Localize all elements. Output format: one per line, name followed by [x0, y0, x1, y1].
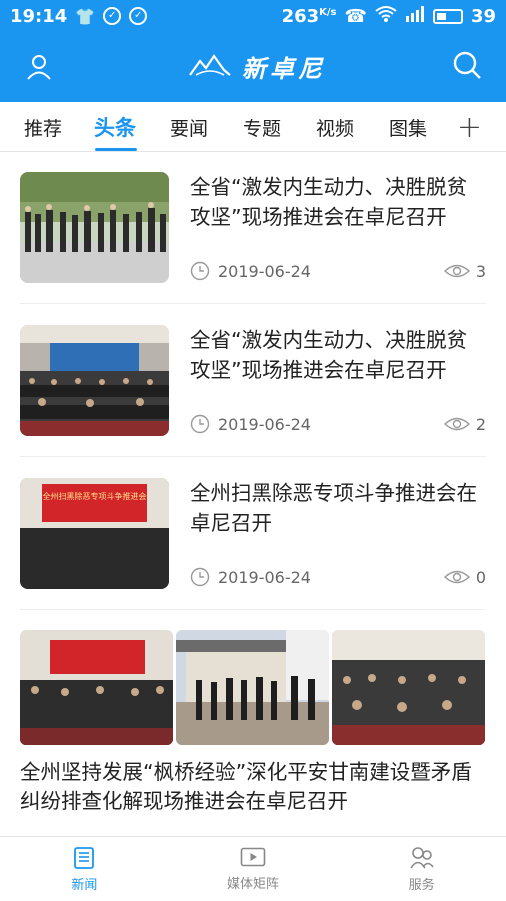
network-speed: 263K/s: [282, 6, 337, 27]
wifi-icon: [375, 5, 397, 28]
service-icon: [409, 846, 434, 868]
date-text: 2019-06-24: [218, 567, 311, 587]
status-time: 19:14: [10, 5, 68, 27]
mountain-logo-icon: [189, 54, 231, 76]
article-thumbnail: [20, 172, 169, 283]
eye-icon: [443, 570, 470, 584]
article-date: 2019-06-24: [190, 261, 311, 281]
nav-news[interactable]: 新闻: [0, 837, 169, 901]
article-item[interactable]: 全省“激发内生动力、决胜脱贫攻坚”现场推进会在卓尼召开（一） 2019-06-2…: [20, 172, 486, 284]
eye-icon: [443, 417, 470, 431]
status-bar: 19:14 👕 ✓ ✓ 263K/s ☎ 39: [0, 0, 506, 32]
divider: [20, 456, 486, 457]
article-meta: 2019-06-24 3: [190, 260, 486, 282]
speed-value: 263: [281, 5, 320, 27]
app-logo: 新卓尼: [188, 50, 326, 83]
status-left: 19:14 👕 ✓ ✓: [10, 5, 148, 27]
user-icon[interactable]: [26, 54, 52, 80]
clock-icon: [190, 261, 210, 281]
article-views: 2: [443, 414, 486, 434]
shirt-icon: 👕: [75, 6, 96, 26]
brand-name: 新卓尼: [242, 53, 326, 83]
article-date: 2019-06-24: [190, 414, 311, 434]
article-title[interactable]: 全州扫黑除恶专项斗争推进会在卓尼召开: [190, 478, 486, 538]
date-text: 2019-06-24: [218, 414, 311, 434]
battery-level: 39: [470, 5, 496, 27]
tab-recommend[interactable]: 推荐: [24, 114, 62, 141]
add-tab-icon[interactable]: +: [457, 110, 482, 145]
divider: [20, 303, 486, 304]
tab-news[interactable]: 要闻: [170, 114, 208, 141]
article-item[interactable]: 全州扫黑除恶专项斗争推进会 全州扫黑除恶专项斗争推进会在卓尼召开 2019-06…: [20, 478, 486, 590]
view-count: 2: [475, 414, 486, 434]
search-icon[interactable]: [452, 50, 482, 80]
check-circle-icon: ✓: [103, 7, 122, 25]
divider: [20, 609, 486, 610]
news-icon: [74, 846, 95, 869]
bottom-navigation: 新闻 媒体矩阵 服务: [0, 836, 506, 901]
gallery-article-title[interactable]: 全州坚持发展“枫桥经验”深化平安甘南建设暨矛盾纠纷排查化解现场推进会在卓尼召开: [20, 758, 486, 816]
article-item[interactable]: 全省“激发内生动力、决胜脱贫攻坚”现场推进会在卓尼召开（二） 2019-06-2…: [20, 325, 486, 437]
meeting-banner: 全州扫黑除恶专项斗争推进会: [42, 484, 147, 522]
eye-icon: [443, 264, 470, 278]
nav-news-label: 新闻: [71, 877, 98, 893]
alarm-icon: ☎: [344, 5, 367, 27]
status-right: 263K/s ☎ 39: [282, 5, 496, 28]
category-tabs: 推荐 头条 要闻 专题 视频 图集 +: [0, 102, 506, 152]
article-title[interactable]: 全省“激发内生动力、决胜脱贫攻坚”现场推进会在卓尼召开（一）: [190, 172, 486, 232]
view-count: 3: [475, 261, 486, 281]
signal-icon: [405, 5, 425, 27]
thumbnail-audience: [20, 528, 169, 589]
tab-gallery[interactable]: 图集: [389, 114, 427, 141]
gallery-image[interactable]: [176, 630, 329, 745]
article-views: 3: [443, 261, 486, 281]
gallery-image[interactable]: [332, 630, 485, 745]
video-icon: [240, 847, 266, 866]
article-title[interactable]: 全省“激发内生动力、决胜脱贫攻坚”现场推进会在卓尼召开（二）: [190, 325, 486, 385]
clock-icon: [190, 414, 210, 434]
nav-media-matrix[interactable]: 媒体矩阵: [169, 837, 338, 901]
tab-headlines[interactable]: 头条: [94, 112, 136, 142]
check-circle-icon: ✓: [129, 7, 148, 25]
article-meta: 2019-06-24 0: [190, 566, 486, 588]
speed-unit: K/s: [319, 6, 337, 18]
tab-video[interactable]: 视频: [316, 114, 354, 141]
app-header: 新卓尼: [0, 32, 506, 102]
active-tab-indicator: [95, 148, 137, 151]
date-text: 2019-06-24: [218, 261, 311, 281]
clock-icon: [190, 567, 210, 587]
battery-icon: [432, 8, 463, 24]
article-views: 0: [443, 567, 486, 587]
article-meta: 2019-06-24 2: [190, 413, 486, 435]
view-count: 0: [475, 567, 486, 587]
nav-media-label: 媒体矩阵: [227, 876, 280, 892]
nav-service[interactable]: 服务: [337, 837, 506, 901]
gallery-image[interactable]: [20, 630, 173, 745]
nav-service-label: 服务: [408, 877, 435, 893]
article-thumbnail: 全州扫黑除恶专项斗争推进会: [20, 478, 169, 589]
article-thumbnail: [20, 325, 169, 436]
article-date: 2019-06-24: [190, 567, 311, 587]
tab-topics[interactable]: 专题: [243, 114, 281, 141]
